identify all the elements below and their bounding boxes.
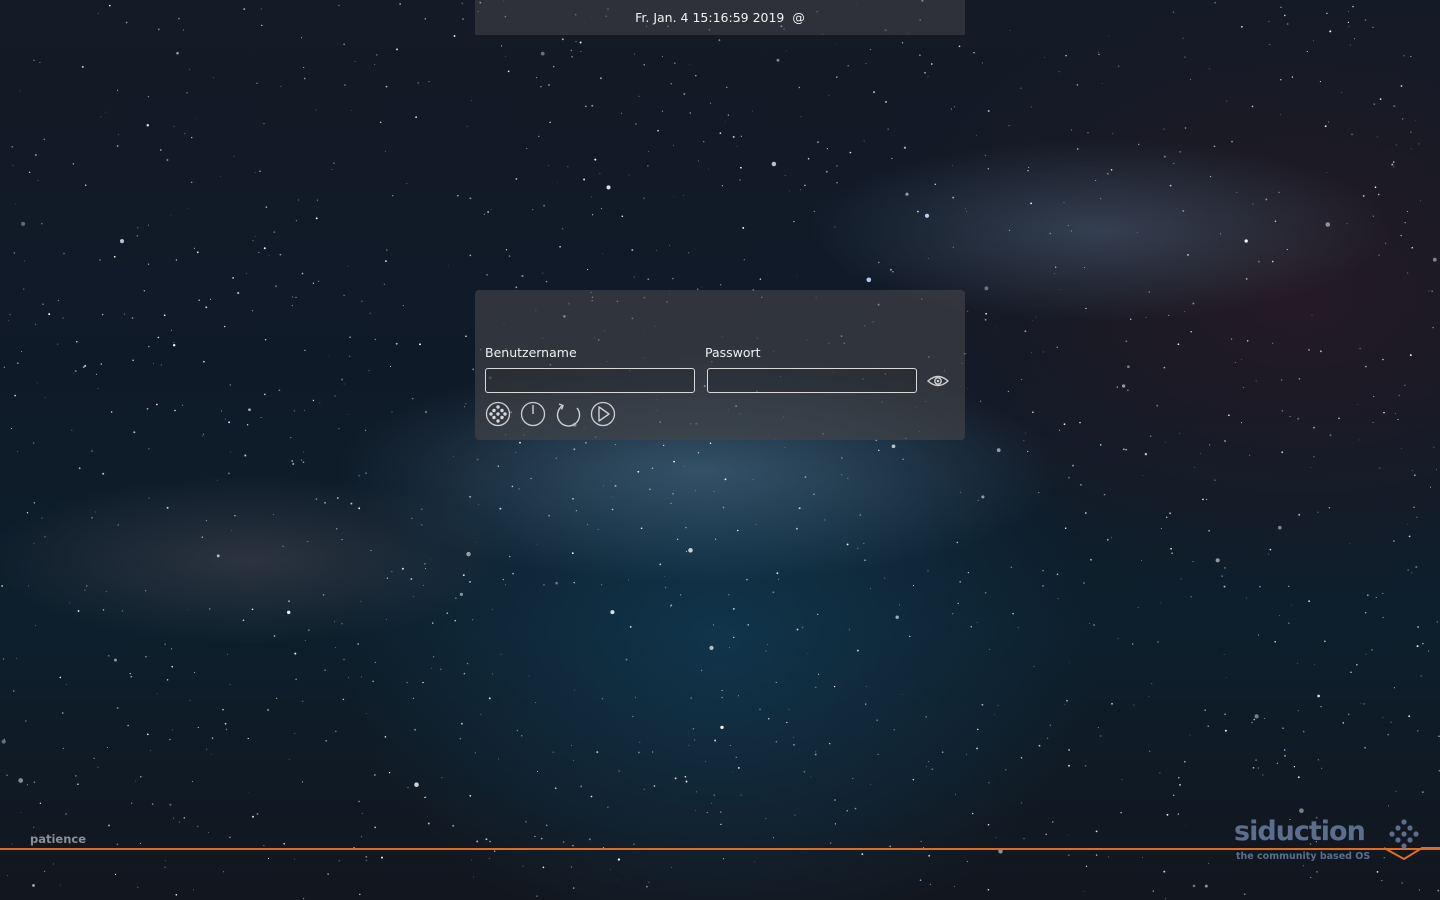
shutdown-button[interactable]	[520, 401, 546, 427]
restart-icon	[556, 403, 581, 427]
session-button[interactable]	[485, 401, 511, 427]
host-label: @	[792, 10, 805, 25]
status-text: patience	[30, 832, 87, 846]
session-icon	[485, 401, 511, 427]
restart-button[interactable]	[555, 401, 581, 427]
distro-logo: siduction the community based OS	[1234, 816, 1440, 876]
clock-text: Fr. Jan. 4 15:16:59 2019	[635, 10, 785, 25]
password-field[interactable]	[707, 368, 917, 393]
login-arrow-icon	[590, 401, 616, 427]
login-screen: Fr. Jan. 4 15:16:59 2019 @ Benutzername …	[0, 0, 1440, 900]
show-password-icon[interactable]	[926, 371, 950, 391]
power-icon	[520, 401, 546, 427]
clock-bar: Fr. Jan. 4 15:16:59 2019 @	[475, 0, 965, 35]
logo-wordmark: siduction	[1234, 816, 1366, 847]
username-label: Benutzername	[485, 345, 577, 360]
logo-tagline: the community based OS	[1236, 851, 1371, 862]
login-button[interactable]	[590, 401, 616, 427]
logo-mark-icon	[1384, 819, 1440, 860]
starfield-background	[1, 0, 1440, 900]
username-field[interactable]	[485, 368, 695, 393]
password-label: Passwort	[705, 345, 761, 360]
login-panel: Benutzername Passwort	[475, 290, 965, 440]
accent-divider	[0, 848, 1440, 850]
